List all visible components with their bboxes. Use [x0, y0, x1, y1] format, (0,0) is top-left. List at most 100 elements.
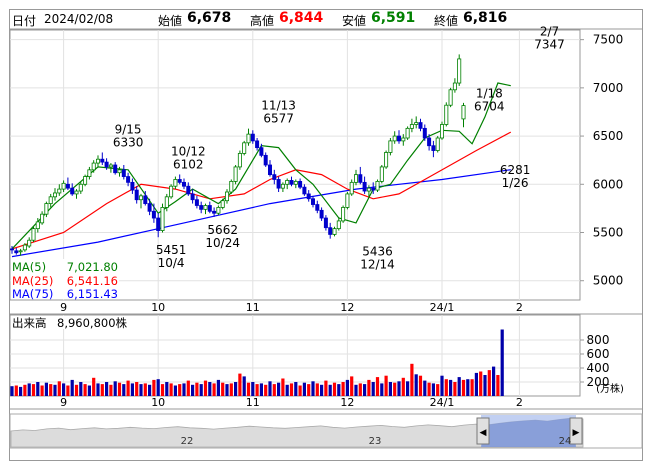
- candle-body-56: [250, 133, 255, 142]
- candle-body-43: [194, 199, 199, 206]
- volume-bar-17: [83, 384, 87, 396]
- volume-bar-29: [135, 382, 139, 396]
- annotation-bottom-5: 12/14: [360, 258, 395, 272]
- navigator-label-22: 22: [181, 436, 194, 447]
- volume-bar-11: [57, 381, 61, 396]
- volume-bar-3: [23, 384, 27, 396]
- volume-bar-79: [350, 376, 354, 396]
- volume-bar-13: [66, 385, 70, 396]
- month-label-volume-5: 2: [516, 396, 523, 409]
- month-label-price-4: 24/1: [430, 301, 455, 314]
- volume-bar-69: [307, 384, 311, 396]
- volume-bar-65: [289, 383, 294, 396]
- candle-body-19: [91, 162, 96, 171]
- candle-body-12: [61, 182, 66, 190]
- volume-bar-19: [92, 377, 96, 396]
- volume-bar-55: [246, 382, 251, 396]
- navigator-label-24: 24: [559, 436, 572, 447]
- volume-bar-108: [474, 372, 478, 396]
- candle-body-92: [405, 127, 410, 139]
- candle-body-20: [96, 158, 101, 164]
- month-label-volume-1: 10: [151, 396, 165, 409]
- candle-body-10: [53, 192, 58, 198]
- volume-bar-43: [195, 382, 199, 396]
- volume-bar-61: [272, 384, 276, 396]
- volume-bar-77: [341, 382, 345, 396]
- candle-body-65: [289, 180, 294, 185]
- candle-body-59: [263, 154, 268, 166]
- annotation-top-2: 5451: [156, 243, 187, 257]
- candle-body-36: [164, 196, 169, 208]
- candle-body-4: [27, 239, 32, 247]
- range-navigator[interactable]: ◀ ▶ 22 23 24: [9, 413, 643, 449]
- volume-bar-40: [182, 383, 186, 396]
- candle-body-89: [392, 135, 397, 142]
- candle-body-1: [14, 250, 19, 254]
- navigator-left-arrow-icon[interactable]: ◀: [480, 428, 487, 438]
- volume-bar-0: [10, 386, 14, 396]
- volume-bar-78: [345, 379, 349, 396]
- ma5-legend-value: 7,021.80: [67, 260, 118, 274]
- annotation-top-0: 9/15: [115, 122, 142, 136]
- candle-body-104: [457, 58, 462, 84]
- volume-bar-104: [457, 377, 461, 396]
- volume-bar-62: [277, 382, 281, 396]
- candle-body-80: [353, 174, 358, 183]
- volume-bar-52: [234, 382, 238, 396]
- candle-body-3: [22, 244, 27, 251]
- candle-body-39: [177, 179, 182, 183]
- navigator-right-arrow-icon[interactable]: ▶: [573, 428, 580, 438]
- candle-body-74: [328, 227, 333, 235]
- volume-bar-30: [139, 384, 143, 396]
- volume-bar-70: [311, 381, 315, 396]
- annotation-bottom-4: 6577: [263, 112, 294, 126]
- candle-body-40: [181, 181, 186, 187]
- volume-bar-96: [423, 380, 427, 396]
- candle-body-68: [302, 186, 307, 195]
- volume-bar-42: [191, 384, 195, 396]
- volume-bar-6: [36, 382, 40, 396]
- ma75-legend-value: 6,151.43: [67, 287, 118, 301]
- month-axis-volume: 9 10 11 12 24/1 2: [60, 396, 523, 409]
- annotation-bottom-3: 10/24: [205, 236, 240, 250]
- volume-bar-36: [165, 382, 169, 396]
- candle-body-8: [44, 203, 49, 215]
- month-label-volume-3: 12: [340, 396, 354, 409]
- month-label-price-0: 9: [60, 301, 67, 314]
- candle-body-76: [336, 220, 341, 230]
- candle-body-30: [138, 195, 143, 201]
- candle-body-85: [375, 180, 380, 191]
- month-label-volume-4: 24/1: [430, 396, 455, 409]
- annotation-bottom-2: 10/4: [158, 256, 185, 270]
- candle-body-70: [310, 198, 315, 205]
- volume-bar-45: [203, 380, 208, 396]
- volume-bar-7: [40, 385, 44, 396]
- volume-bar-27: [126, 380, 130, 396]
- candle-body-33: [151, 210, 156, 219]
- candle-body-63: [280, 183, 285, 189]
- volume-bar-10: [53, 384, 57, 396]
- candle-body-15: [74, 190, 79, 195]
- candle-body-90: [396, 135, 401, 142]
- candle-body-67: [298, 180, 303, 188]
- candle-body-46: [207, 205, 212, 212]
- volume-bar-114: [500, 329, 504, 396]
- candle-body-45: [203, 205, 208, 210]
- volume-bar-102: [449, 379, 453, 396]
- candle-body-35: [160, 207, 165, 231]
- annotation-top-4: 11/13: [261, 99, 296, 113]
- candle-body-32: [147, 203, 152, 212]
- candle-body-71: [315, 204, 320, 211]
- volume-bar-66: [294, 382, 298, 396]
- candle-body-57: [255, 140, 260, 149]
- candle-body-93: [409, 124, 414, 129]
- candle-body-2: [18, 250, 23, 253]
- volume-bar-56: [251, 382, 255, 396]
- ma5-legend-label: MA(5): [12, 260, 46, 274]
- candle-body-75: [332, 228, 337, 235]
- candle-body-102: [448, 89, 453, 106]
- volume-bar-82: [363, 384, 367, 396]
- candle-body-27: [126, 176, 131, 183]
- candle-body-94: [414, 122, 419, 125]
- volume-bar-31: [143, 383, 147, 396]
